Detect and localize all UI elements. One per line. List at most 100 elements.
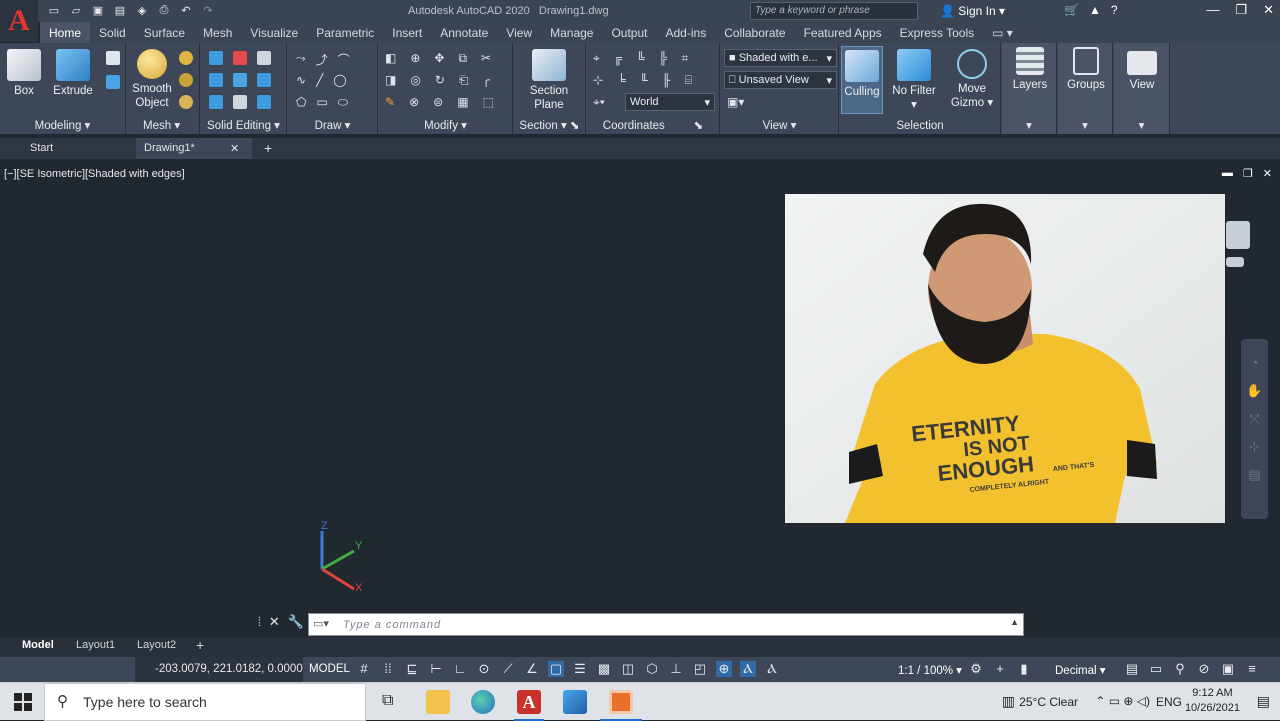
close-command-line-icon[interactable]: ✕ [269, 614, 280, 630]
interfere-icon[interactable] [209, 73, 223, 87]
box-button[interactable]: Box [4, 49, 44, 98]
coordinates-panel-label[interactable]: Coordinates ⬊ [587, 118, 719, 132]
section-plane-button[interactable]: Section Plane [526, 49, 572, 112]
close-tab-icon[interactable]: ✕ [230, 142, 239, 155]
polysolid-icon[interactable] [106, 51, 120, 65]
array-icon[interactable]: ▦ [457, 95, 468, 109]
transparency-icon[interactable]: ▩ [596, 661, 612, 677]
lineweight-icon[interactable]: ☰ [572, 661, 588, 677]
groups-expand-icon[interactable]: ▾ [1058, 118, 1112, 132]
tab-visualize[interactable]: Visualize [241, 22, 307, 43]
move-icon[interactable]: ✥ [434, 51, 444, 66]
grid-icon[interactable]: # [356, 661, 372, 677]
ucs-origin-icon[interactable]: ╘ [617, 73, 626, 88]
intersect-icon[interactable] [209, 95, 223, 109]
ucs-named-icon[interactable]: ⌖▾ [593, 95, 605, 110]
union-icon[interactable] [209, 51, 223, 65]
3d-rotate-icon[interactable]: ◎ [410, 73, 420, 88]
clean-screen-icon[interactable]: ▣ [1220, 661, 1236, 677]
object-snap-icon[interactable]: ▢ [548, 661, 564, 677]
infer-constraints-icon[interactable]: ⊑ [404, 661, 420, 677]
plot-icon[interactable]: ⎙ [156, 3, 172, 17]
ortho-icon[interactable]: ∟ [452, 661, 468, 677]
ucs-x-icon[interactable]: ╔ [614, 51, 623, 66]
layers-expand-icon[interactable]: ▾ [1002, 118, 1056, 132]
snap-icon[interactable]: ⁞⁞ [380, 661, 396, 677]
line-segment-icon[interactable]: ╱ [316, 73, 323, 87]
viewport-controls-label[interactable]: [−][SE Isometric][Shaded with edges] [4, 168, 185, 180]
tab-output[interactable]: Output [602, 22, 656, 43]
tab-featured-apps[interactable]: Featured Apps [795, 22, 891, 43]
hardware-acceleration-icon[interactable]: ⊘ [1196, 661, 1212, 677]
solid-editing-panel-label[interactable]: Solid Editing ▾ [201, 118, 286, 132]
stretch-icon[interactable]: ⎗ [459, 73, 469, 88]
coordinates-readout[interactable]: -203.0079, 221.0182, 0.0000 [135, 657, 303, 682]
lock-ui-icon[interactable]: ▭ [1148, 661, 1164, 677]
offset-icon[interactable]: ⊜ [433, 95, 443, 109]
visual-style-dropdown[interactable]: ■ Shaded with e... ▾ [724, 49, 837, 67]
refine-mesh-icon[interactable] [179, 95, 193, 109]
rectangle-icon[interactable]: ▭ [316, 95, 327, 110]
ucs-icon[interactable]: ⌖ [593, 51, 600, 66]
annotation-monitor-icon[interactable]: + [992, 661, 1008, 677]
culling-button[interactable]: Culling [841, 46, 883, 114]
tab-layout1[interactable]: Layout1 [76, 639, 115, 651]
undo-icon[interactable]: ↶ [178, 3, 194, 17]
3d-move-icon[interactable]: ⊕ [410, 51, 420, 66]
subtract-icon[interactable] [233, 51, 247, 65]
workspace-gear-icon[interactable]: ⚙ [968, 661, 984, 677]
open-folder-icon[interactable]: ▱ [68, 3, 84, 17]
thicken-icon[interactable] [233, 73, 247, 87]
line-icon[interactable]: ⤳ [296, 51, 306, 68]
auto-scale-icon[interactable]: Ⲁ [764, 661, 780, 677]
new-file-icon[interactable]: ▭ [46, 3, 62, 17]
layers-panel[interactable]: Layers ▾ [1002, 43, 1057, 134]
smooth-object-button[interactable]: Smooth Object [129, 49, 175, 110]
save-as-icon[interactable]: ▤ [112, 3, 128, 17]
restore-icon[interactable]: ❐ [1235, 2, 1247, 18]
viewport-restore-icon[interactable]: ❐ [1243, 167, 1253, 180]
web-mobile-icon[interactable]: ◈ [134, 3, 150, 17]
polygon-icon[interactable]: ⬠ [296, 95, 306, 110]
add-layout-icon[interactable]: + [196, 637, 204, 653]
separate-icon[interactable] [257, 95, 271, 109]
tab-parametric[interactable]: Parametric [307, 22, 383, 43]
ucs-zaxis-icon[interactable]: ╟ [662, 73, 671, 88]
cart-icon[interactable]: 🛒 [1064, 3, 1079, 17]
selection-filter-icon[interactable]: ◰ [692, 661, 708, 677]
slice-icon[interactable] [257, 51, 271, 65]
tab-express-tools[interactable]: Express Tools [891, 22, 983, 43]
gizmo-icon[interactable]: ⊕ [716, 661, 732, 677]
notifications-icon[interactable]: ▤ [1257, 693, 1270, 710]
annotation-visibility-icon[interactable]: Ⲁ [740, 661, 756, 677]
units-dropdown[interactable]: Decimal ▾ [1055, 663, 1106, 677]
spline-icon[interactable]: ∿ [296, 73, 306, 87]
drawing-viewport[interactable]: [−][SE Isometric][Shaded with edges] ▬ ❐… [0, 159, 1280, 637]
arc-icon[interactable]: ⌒ [338, 51, 350, 68]
3d-scale-icon[interactable]: ⊗ [409, 95, 419, 109]
no-filter-button[interactable]: No Filter ▾ [890, 49, 938, 112]
rotate-icon[interactable]: ↻ [435, 73, 445, 88]
modeling-panel-label[interactable]: Modeling ▾ [0, 118, 125, 132]
layers-button[interactable]: Layers [1006, 47, 1054, 92]
viewport-minimize-icon[interactable]: ▬ [1222, 167, 1233, 180]
polar-tracking-icon[interactable]: ⊙ [476, 661, 492, 677]
autocad-taskbar-icon[interactable]: A [517, 690, 541, 714]
application-menu-button[interactable]: A [0, 0, 38, 42]
weather-text[interactable]: 25°C Clear [1019, 695, 1078, 709]
isolate-objects-icon[interactable]: ⚲ [1172, 661, 1188, 677]
tab-solid[interactable]: Solid [90, 22, 135, 43]
object-snap-tracking-icon[interactable]: ∠ [524, 661, 540, 677]
command-prompt-icon[interactable]: ▭▾ [313, 617, 329, 630]
customize-icon[interactable]: 🔧 [288, 614, 304, 630]
view-utilities-panel[interactable]: View ▾ [1114, 43, 1170, 134]
viewport-close-icon[interactable]: ✕ [1263, 167, 1272, 180]
tab-surface[interactable]: Surface [135, 22, 194, 43]
extract-edges-icon[interactable] [257, 73, 271, 87]
dynamic-ucs-icon[interactable]: ⊥ [668, 661, 684, 677]
sign-in-button[interactable]: 👤 Sign In ▾ [940, 4, 1005, 18]
smooth-less-icon[interactable] [179, 73, 193, 87]
autodesk-a360-icon[interactable]: ▲ [1089, 3, 1101, 17]
draw-panel-label[interactable]: Draw ▾ [288, 118, 377, 132]
view-utilities-button[interactable]: View [1118, 47, 1166, 92]
